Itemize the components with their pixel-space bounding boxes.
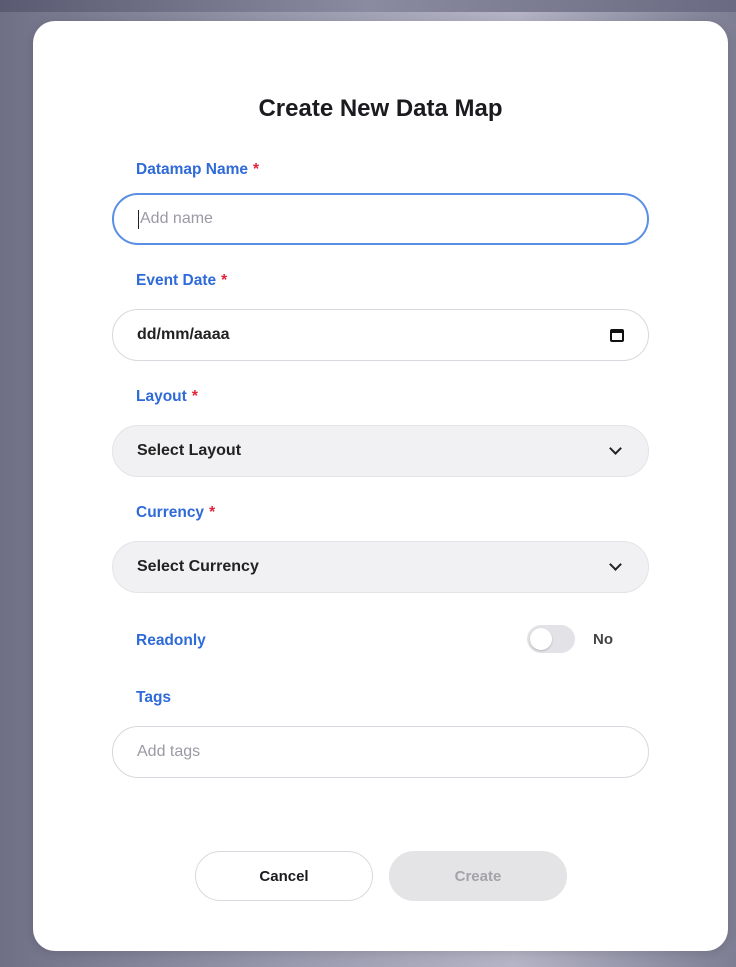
readonly-label: Readonly [136,632,206,650]
tags-placeholder: Add tags [137,743,201,760]
required-mark: * [209,504,216,521]
required-mark: * [221,272,228,289]
toggle-knob [530,628,552,650]
readonly-state-text: No [593,630,613,648]
layout-select[interactable]: Select Layout [112,425,649,477]
calendar-icon[interactable] [610,328,624,342]
event-date-label: Event Date * [136,272,227,290]
required-mark: * [253,161,260,178]
currency-label: Currency * [136,504,215,522]
layout-label: Layout * [136,388,198,406]
create-button[interactable]: Create [389,851,567,901]
layout-label-text: Layout [136,388,187,405]
cancel-button[interactable]: Cancel [195,851,373,901]
create-datamap-modal: Create New Data Map Datamap Name * Add na… [33,21,728,951]
datamap-name-label-text: Datamap Name [136,161,248,178]
tags-label: Tags [136,689,171,707]
currency-selected-value: Select Currency [137,558,259,575]
chevron-down-icon [609,442,622,455]
readonly-toggle[interactable] [527,625,575,653]
modal-title: Create New Data Map [258,95,503,122]
currency-label-text: Currency [136,504,205,521]
datamap-name-placeholder: Add name [140,210,213,227]
readonly-label-text: Readonly [136,632,206,649]
datamap-name-label: Datamap Name * [136,161,259,179]
tags-label-text: Tags [136,689,172,706]
layout-selected-value: Select Layout [137,442,242,459]
event-date-input[interactable]: dd/mm/aaaa [112,309,649,361]
required-mark: * [191,388,198,405]
datamap-name-input[interactable]: Add name [112,193,649,245]
tags-input[interactable]: Add tags [112,726,649,778]
event-date-label-text: Event Date [136,272,217,289]
currency-select[interactable]: Select Currency [112,541,649,593]
chevron-down-icon [609,558,622,571]
background-top-band [0,0,736,12]
readonly-toggle-group: No [527,625,613,653]
text-cursor [138,209,139,229]
event-date-value: dd/mm/aaaa [137,326,230,343]
